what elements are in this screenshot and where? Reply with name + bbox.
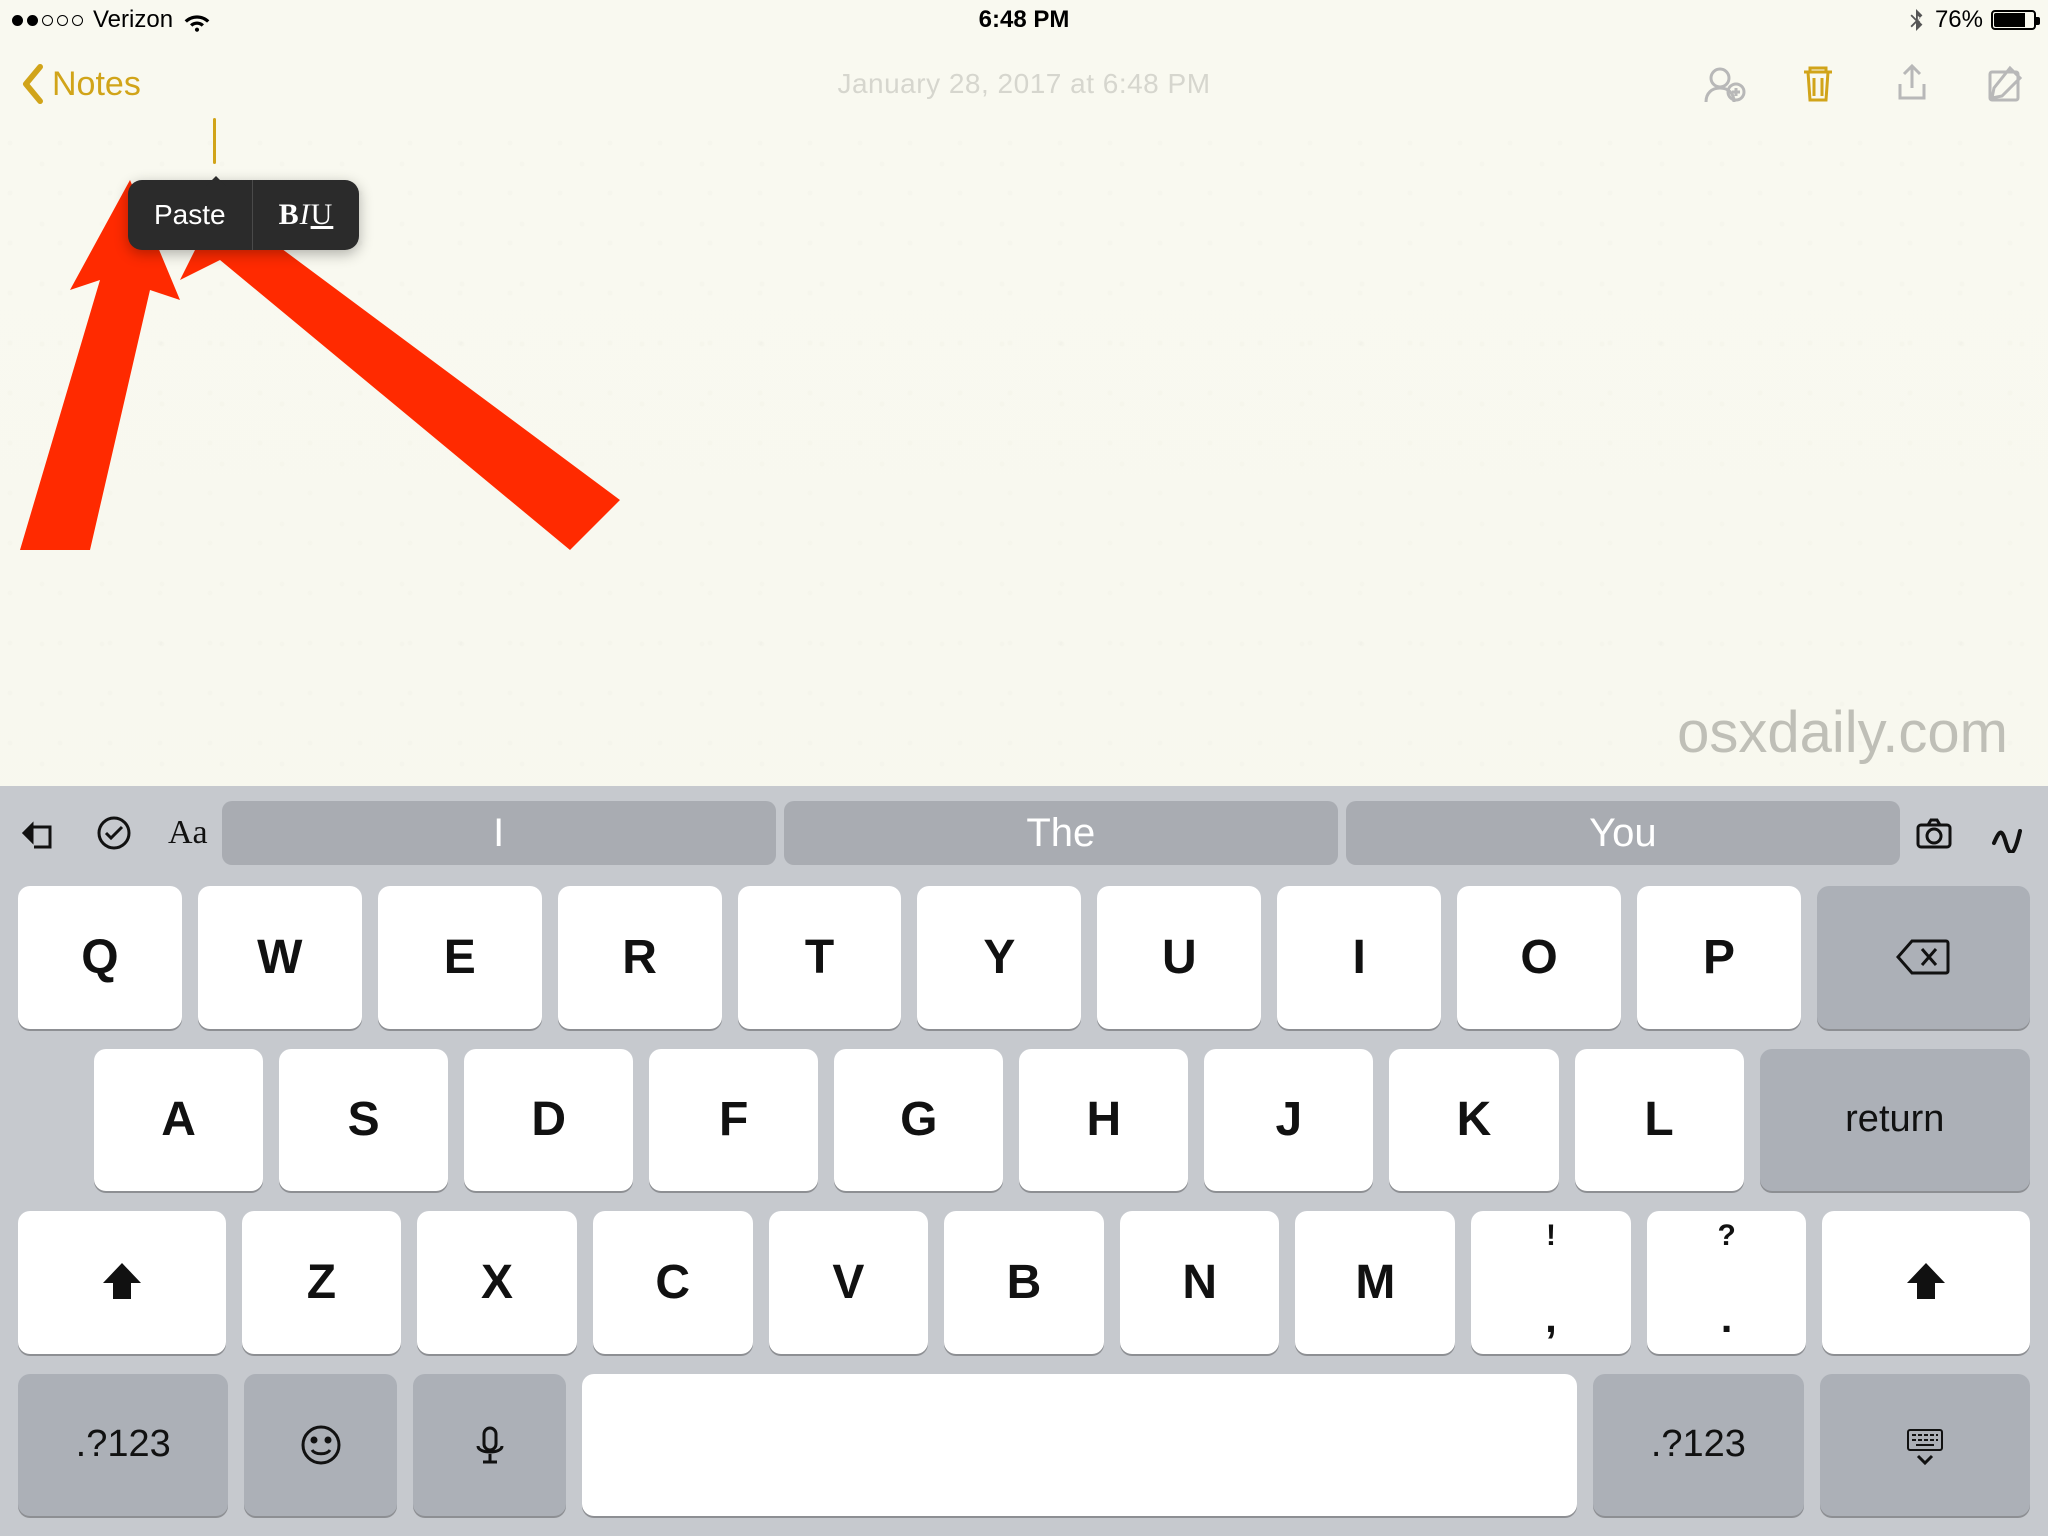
key-row-2: A S D F G H J K L return bbox=[0, 1039, 2048, 1202]
cell-signal-icon bbox=[12, 15, 83, 26]
spacebar[interactable] bbox=[582, 1374, 1577, 1517]
key-s[interactable]: S bbox=[279, 1049, 448, 1192]
status-left: Verizon bbox=[12, 6, 211, 34]
key-f[interactable]: F bbox=[649, 1049, 818, 1192]
share-icon[interactable] bbox=[1890, 62, 1934, 106]
battery-icon bbox=[1991, 10, 2036, 30]
key-j[interactable]: J bbox=[1204, 1049, 1373, 1192]
nav-actions bbox=[1702, 62, 2028, 106]
watermark: osxdaily.com bbox=[1677, 699, 2008, 766]
key-row-3: Z X C V B N M ! , ? . bbox=[0, 1201, 2048, 1364]
context-menu: Paste BIU bbox=[128, 180, 359, 250]
status-bar: Verizon 6:48 PM 76% bbox=[0, 0, 2048, 40]
key-d[interactable]: D bbox=[464, 1049, 633, 1192]
key-o[interactable]: O bbox=[1457, 886, 1621, 1029]
note-date: January 28, 2017 at 6:48 PM bbox=[837, 68, 1210, 100]
keyboard: Aa I The You Q W E R T Y U I O P A S D F bbox=[0, 786, 2048, 1536]
key-m[interactable]: M bbox=[1295, 1211, 1455, 1354]
key-period[interactable]: ? . bbox=[1647, 1211, 1807, 1354]
wifi-icon bbox=[183, 6, 211, 34]
dictation-key[interactable] bbox=[413, 1374, 566, 1517]
key-g[interactable]: G bbox=[834, 1049, 1003, 1192]
prediction-3[interactable]: You bbox=[1346, 801, 1900, 865]
checklist-icon[interactable] bbox=[94, 813, 134, 853]
sketch-icon[interactable] bbox=[1988, 813, 2028, 853]
key-k[interactable]: K bbox=[1389, 1049, 1558, 1192]
backspace-key[interactable] bbox=[1817, 886, 2030, 1029]
hide-keyboard-key[interactable] bbox=[1820, 1374, 2030, 1517]
key-e[interactable]: E bbox=[378, 886, 542, 1029]
key-w[interactable]: W bbox=[198, 886, 362, 1029]
key-h[interactable]: H bbox=[1019, 1049, 1188, 1192]
back-button[interactable]: Notes bbox=[20, 64, 141, 104]
undo-icon[interactable] bbox=[20, 813, 60, 853]
key-q[interactable]: Q bbox=[18, 886, 182, 1029]
collaborate-icon[interactable] bbox=[1702, 62, 1746, 106]
key-t[interactable]: T bbox=[738, 886, 902, 1029]
text-format-icon[interactable]: Aa bbox=[168, 814, 208, 852]
bluetooth-icon bbox=[1905, 9, 1927, 31]
status-right: 76% bbox=[1905, 6, 2036, 34]
emoji-key[interactable] bbox=[244, 1374, 397, 1517]
compose-icon[interactable] bbox=[1984, 62, 2028, 106]
key-y[interactable]: Y bbox=[917, 886, 1081, 1029]
trash-icon[interactable] bbox=[1796, 62, 1840, 106]
key-l[interactable]: L bbox=[1575, 1049, 1744, 1192]
key-n[interactable]: N bbox=[1120, 1211, 1280, 1354]
format-biu-button[interactable]: BIU bbox=[253, 180, 360, 250]
prediction-1[interactable]: I bbox=[222, 801, 776, 865]
key-comma[interactable]: ! , bbox=[1471, 1211, 1631, 1354]
nav-bar: Notes January 28, 2017 at 6:48 PM bbox=[0, 40, 2048, 128]
key-b[interactable]: B bbox=[944, 1211, 1104, 1354]
numbers-key-right[interactable]: .?123 bbox=[1593, 1374, 1803, 1517]
key-x[interactable]: X bbox=[417, 1211, 577, 1354]
predictions: I The You bbox=[222, 801, 1900, 865]
key-row-4: .?123 .?123 bbox=[0, 1364, 2048, 1527]
prediction-2[interactable]: The bbox=[784, 801, 1338, 865]
key-r[interactable]: R bbox=[558, 886, 722, 1029]
carrier-label: Verizon bbox=[93, 6, 173, 34]
key-a[interactable]: A bbox=[94, 1049, 263, 1192]
paste-button[interactable]: Paste bbox=[128, 180, 253, 250]
key-c[interactable]: C bbox=[593, 1211, 753, 1354]
camera-icon[interactable] bbox=[1914, 813, 1954, 853]
status-time: 6:48 PM bbox=[979, 6, 1070, 34]
key-u[interactable]: U bbox=[1097, 886, 1261, 1029]
shift-key-left[interactable] bbox=[18, 1211, 226, 1354]
key-z[interactable]: Z bbox=[242, 1211, 402, 1354]
key-row-1: Q W E R T Y U I O P bbox=[0, 876, 2048, 1039]
predictive-row: Aa I The You bbox=[0, 786, 2048, 876]
shift-key-right[interactable] bbox=[1822, 1211, 2030, 1354]
numbers-key-left[interactable]: .?123 bbox=[18, 1374, 228, 1517]
return-key[interactable]: return bbox=[1760, 1049, 2030, 1192]
back-label: Notes bbox=[52, 65, 141, 104]
key-p[interactable]: P bbox=[1637, 886, 1801, 1029]
battery-pct: 76% bbox=[1935, 6, 1983, 34]
biu-icon: BIU bbox=[279, 198, 334, 232]
key-i[interactable]: I bbox=[1277, 886, 1441, 1029]
key-v[interactable]: V bbox=[769, 1211, 929, 1354]
